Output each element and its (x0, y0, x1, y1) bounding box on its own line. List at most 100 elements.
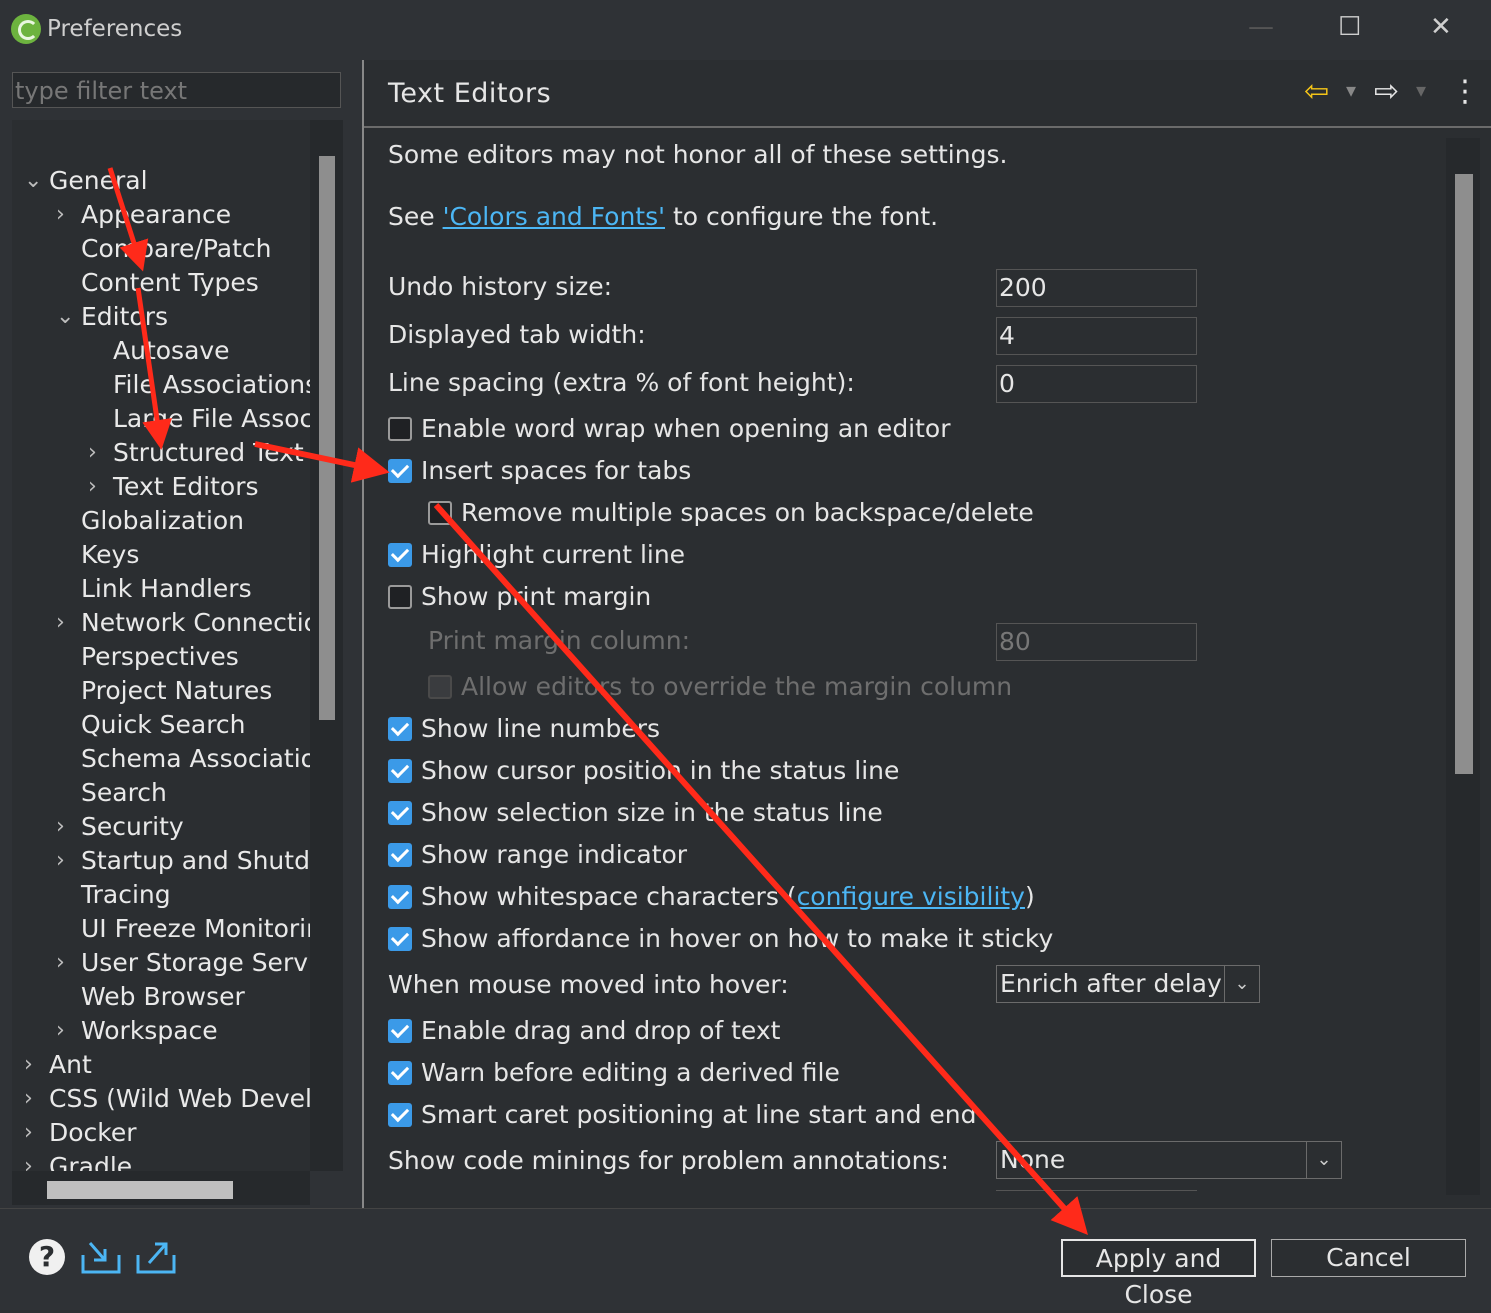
smart-caret-label[interactable]: Smart caret positioning at line start an… (421, 1100, 977, 1129)
chevron-right-icon[interactable]: › (56, 606, 65, 640)
help-icon[interactable]: ? (29, 1239, 65, 1275)
minimize-button[interactable]: — (1248, 12, 1274, 42)
tree-horizontal-scrollbar[interactable] (12, 1171, 310, 1205)
tree-item-docker[interactable]: Docker (49, 1116, 137, 1150)
chevron-right-icon[interactable]: › (24, 1150, 33, 1171)
maximize-button[interactable]: ☐ (1338, 12, 1361, 42)
selection-size-checkbox[interactable] (388, 801, 412, 825)
remove-multiple-spaces-checkbox[interactable] (428, 501, 452, 525)
tree-item-file-associations[interactable]: File Associations (113, 368, 310, 402)
drag-drop-checkbox[interactable] (388, 1019, 412, 1043)
tree-item-text-editors[interactable]: Text Editors (113, 470, 259, 504)
highlight-line-label[interactable]: Highlight current line (421, 540, 685, 569)
back-arrow-icon[interactable]: ⇦ (1304, 74, 1329, 109)
tree-item-startup-and-shutdown[interactable]: Startup and Shutdov (81, 844, 310, 878)
line-numbers-label[interactable]: Show line numbers (421, 714, 660, 743)
page-vertical-scrollbar[interactable] (1446, 138, 1480, 1195)
chevron-right-icon[interactable]: › (56, 198, 65, 232)
tree-item-tracing[interactable]: Tracing (81, 878, 171, 912)
tree-item-appearance[interactable]: Appearance (81, 198, 231, 232)
back-history-dropdown-icon[interactable]: ▾ (1346, 78, 1356, 102)
highlight-line-checkbox[interactable] (388, 543, 412, 567)
chevron-right-icon[interactable]: › (24, 1082, 33, 1116)
hover-combo[interactable]: Enrich after delay ⌄ (996, 965, 1260, 1003)
export-icon[interactable] (135, 1239, 177, 1275)
chevron-right-icon[interactable]: › (88, 470, 97, 504)
cursor-position-label[interactable]: Show cursor position in the status line (421, 756, 899, 785)
tree-item-perspectives[interactable]: Perspectives (81, 640, 239, 674)
close-button[interactable]: ✕ (1430, 12, 1452, 42)
code-minings-combo[interactable]: None ⌄ (996, 1141, 1342, 1179)
range-indicator-label[interactable]: Show range indicator (421, 840, 687, 869)
tree-item-search[interactable]: Search (81, 776, 167, 810)
tree-item-schema-associations[interactable]: Schema Associations (81, 742, 310, 776)
tab-width-field[interactable]: 4 (996, 317, 1197, 355)
tree-item-network-connections[interactable]: Network Connectior (81, 606, 310, 640)
filter-input[interactable]: type filter text (12, 72, 341, 108)
tree-item-content-types[interactable]: Content Types (81, 266, 259, 300)
forward-arrow-icon[interactable]: ⇨ (1374, 74, 1399, 109)
tree-item-link-handlers[interactable]: Link Handlers (81, 572, 252, 606)
whitespace-label[interactable]: Show whitespace characters (configure vi… (421, 882, 1035, 911)
chevron-right-icon[interactable]: › (24, 1048, 33, 1082)
configure-visibility-link[interactable]: configure visibility (797, 882, 1025, 911)
tree-item-keys[interactable]: Keys (81, 538, 139, 572)
insert-spaces-label[interactable]: Insert spaces for tabs (421, 456, 691, 485)
whitespace-checkbox[interactable] (388, 885, 412, 909)
print-margin-checkbox[interactable] (388, 585, 412, 609)
tree-item-workspace[interactable]: Workspace (81, 1014, 218, 1048)
chevron-down-icon[interactable]: ⌄ (56, 300, 74, 334)
remove-multiple-spaces-label[interactable]: Remove multiple spaces on backspace/dele… (461, 498, 1034, 527)
word-wrap-checkbox[interactable] (388, 417, 412, 441)
tree-item-ant[interactable]: Ant (49, 1048, 92, 1082)
tree-item-user-storage-service[interactable]: User Storage Service (81, 946, 310, 980)
tree-hscroll-thumb[interactable] (47, 1181, 233, 1199)
tree-item-project-natures[interactable]: Project Natures (81, 674, 272, 708)
tree-item-autosave[interactable]: Autosave (113, 334, 230, 368)
selection-size-label[interactable]: Show selection size in the status line (421, 798, 883, 827)
word-wrap-label[interactable]: Enable word wrap when opening an editor (421, 414, 951, 443)
tree-item-security[interactable]: Security (81, 810, 184, 844)
chevron-right-icon[interactable]: › (24, 1116, 33, 1150)
forward-history-dropdown-icon[interactable]: ▾ (1416, 78, 1426, 102)
tree-item-compare-patch[interactable]: Compare/Patch (81, 232, 272, 266)
chevron-right-icon[interactable]: › (56, 844, 65, 878)
chevron-down-icon[interactable]: ⌄ (24, 164, 42, 198)
undo-history-field[interactable]: 200 (996, 269, 1197, 307)
chevron-down-icon[interactable]: ⌄ (1224, 966, 1259, 1002)
range-indicator-checkbox[interactable] (388, 843, 412, 867)
warn-derived-checkbox[interactable] (388, 1061, 412, 1085)
tree-vertical-scrollbar[interactable] (310, 120, 343, 1171)
print-margin-label[interactable]: Show print margin (421, 582, 651, 611)
chevron-right-icon[interactable]: › (56, 1014, 65, 1048)
chevron-down-icon[interactable]: ⌄ (1306, 1142, 1341, 1178)
chevron-right-icon[interactable]: › (56, 946, 65, 980)
tree-item-large-file-associations[interactable]: Large File Associa (113, 402, 310, 436)
line-spacing-field[interactable]: 0 (996, 365, 1197, 403)
tree-item-web-browser[interactable]: Web Browser (81, 980, 245, 1014)
smart-caret-checkbox[interactable] (388, 1103, 412, 1127)
view-menu-icon[interactable]: ⋮ (1450, 74, 1480, 109)
line-numbers-checkbox[interactable] (388, 717, 412, 741)
warn-derived-label[interactable]: Warn before editing a derived file (421, 1058, 840, 1087)
colors-and-fonts-link[interactable]: 'Colors and Fonts' (443, 202, 665, 231)
cancel-button[interactable]: Cancel (1271, 1239, 1466, 1277)
page-scroll-thumb[interactable] (1455, 174, 1473, 774)
tree-item-globalization[interactable]: Globalization (81, 504, 244, 538)
import-icon[interactable] (80, 1239, 122, 1275)
drag-drop-label[interactable]: Enable drag and drop of text (421, 1016, 780, 1045)
tree-item-gradle[interactable]: Gradle (49, 1150, 132, 1171)
affordance-label[interactable]: Show affordance in hover on how to make … (421, 924, 1053, 953)
tree-scroll-thumb[interactable] (319, 156, 335, 720)
tree-item-general[interactable]: General (49, 164, 148, 198)
tree-item-editors[interactable]: Editors (81, 300, 168, 334)
affordance-checkbox[interactable] (388, 927, 412, 951)
chevron-right-icon[interactable]: › (88, 436, 97, 470)
tree-item-ui-freeze-monitoring[interactable]: UI Freeze Monitorin (81, 912, 310, 946)
apply-and-close-button[interactable]: Apply and Close (1061, 1239, 1256, 1309)
insert-spaces-checkbox[interactable] (388, 459, 412, 483)
cursor-position-checkbox[interactable] (388, 759, 412, 783)
tree-item-structured-text-editors[interactable]: Structured Text E (113, 436, 310, 470)
tree-item-quick-search[interactable]: Quick Search (81, 708, 246, 742)
chevron-right-icon[interactable]: › (56, 810, 65, 844)
